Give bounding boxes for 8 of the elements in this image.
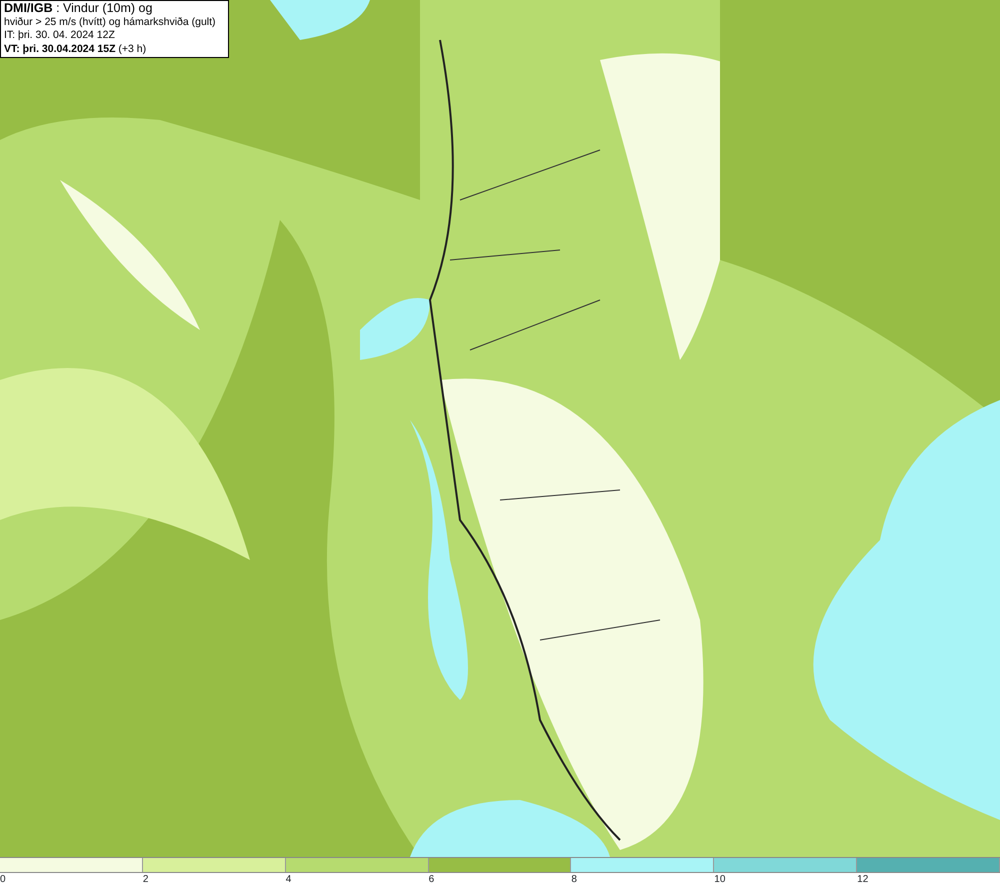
legend-tick-label: 4	[286, 873, 292, 886]
legend-tick-label: 8	[571, 873, 577, 886]
legend-tick-label: 6	[428, 873, 434, 886]
map-caption: DMI/IGB : Vindur (10m) og hviður > 25 m/s (hvítt) og hámarkshviða (gult) IT: þri. 30. 04. 2024 12Z VT: þri. 30.04.2024 15Z (+3 h)	[0, 0, 229, 58]
legend-tick-label: 0	[0, 873, 6, 886]
legend-tick-label: 10	[714, 873, 726, 886]
legend-tick-label: 12	[857, 873, 868, 886]
legend-tick-label: 2	[142, 873, 148, 886]
